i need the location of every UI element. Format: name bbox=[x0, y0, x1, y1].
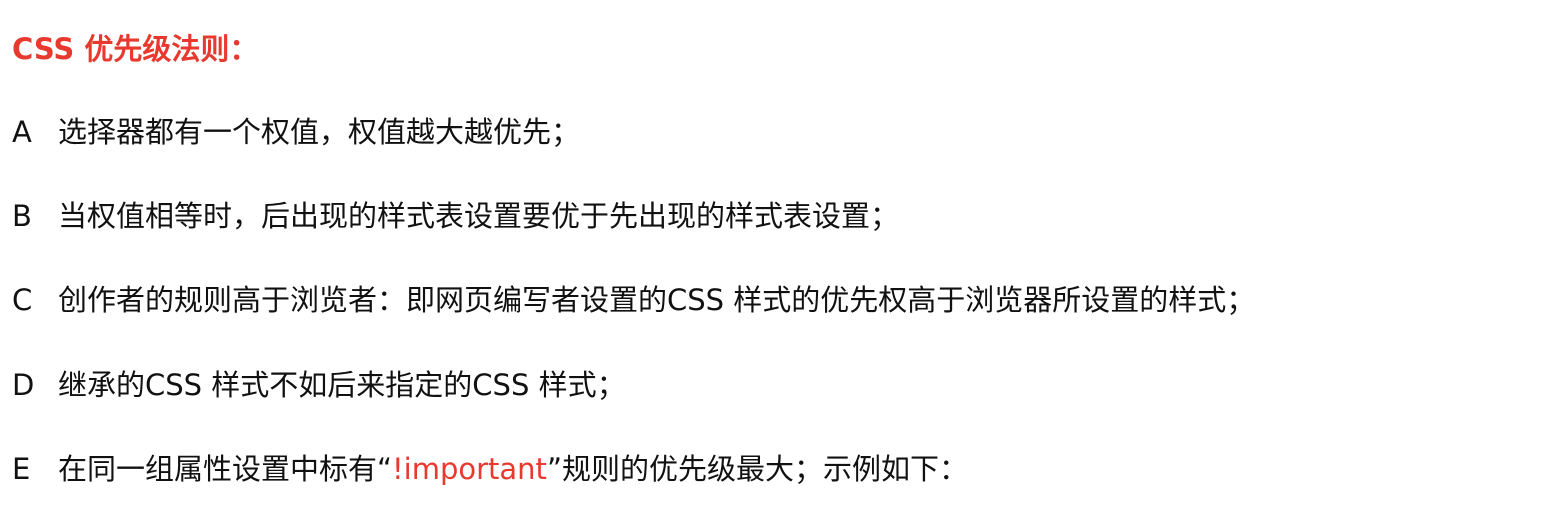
rule-text-before: 在同一组属性设置中标有“ bbox=[58, 452, 393, 486]
rule-text: 当权值相等时，后出现的样式表设置要优于先出现的样式表设置； bbox=[58, 199, 900, 233]
rule-item-d: D 继承的CSS 样式不如后来指定的CSS 样式； bbox=[12, 360, 626, 410]
rule-item-b: B 当权值相等时，后出现的样式表设置要优于先出现的样式表设置； bbox=[12, 191, 899, 241]
rule-item-a: A 选择器都有一个权值，权值越大越优先； bbox=[12, 107, 580, 157]
rule-item-e: E 在同一组属性设置中标有“!important”规则的优先级最大；示例如下： bbox=[12, 444, 968, 494]
rule-text: 选择器都有一个权值，权值越大越优先； bbox=[58, 115, 581, 149]
important-keyword: !important bbox=[392, 452, 547, 486]
rule-item-c: C 创作者的规则高于浏览者：即网页编写者设置的CSS 样式的优先权高于浏览器所设置… bbox=[12, 275, 1255, 325]
rule-text: 继承的CSS 样式不如后来指定的CSS 样式； bbox=[58, 368, 626, 402]
rule-text-after: ”规则的优先级最大；示例如下： bbox=[546, 452, 968, 486]
rule-letter: D bbox=[12, 368, 35, 402]
page-title: CSS 优先级法则： bbox=[12, 32, 259, 66]
rule-text: 创作者的规则高于浏览者：即网页编写者设置的CSS 样式的优先权高于浏览器所设置的… bbox=[58, 283, 1256, 317]
rule-letter: A bbox=[12, 115, 32, 149]
rule-letter: B bbox=[12, 199, 32, 233]
document-page: CSS 优先级法则： A 选择器都有一个权值，权值越大越优先； B 当权值相等时，后… bbox=[0, 0, 1564, 512]
rule-letter: E bbox=[12, 452, 31, 486]
rule-letter: C bbox=[12, 283, 33, 317]
